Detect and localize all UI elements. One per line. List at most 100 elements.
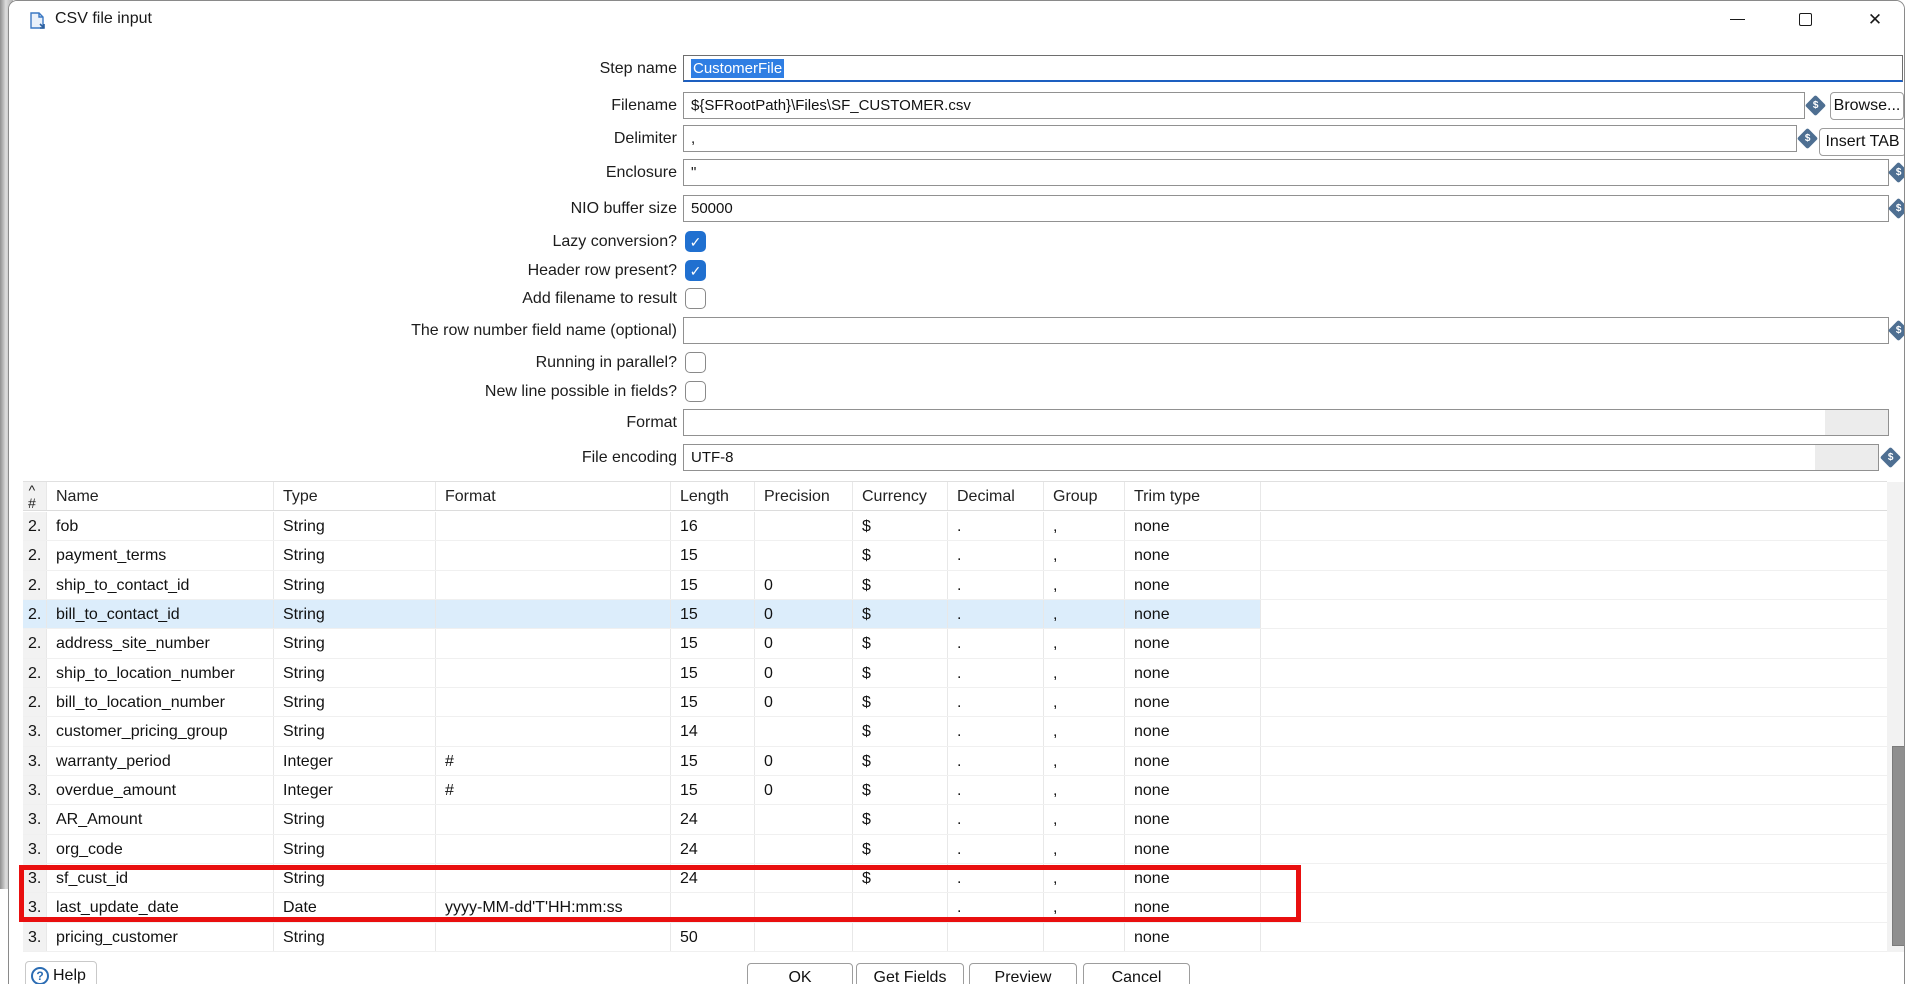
table-cell[interactable]: ship_to_contact_id (47, 571, 274, 599)
table-cell[interactable]: none (1125, 512, 1261, 540)
table-cell[interactable]: , (1044, 747, 1125, 775)
table-cell[interactable]: , (1044, 688, 1125, 716)
table-cell[interactable]: $ (853, 659, 948, 687)
variable-icon[interactable]: $ (1888, 162, 1905, 183)
row-number-input[interactable] (683, 317, 1889, 344)
get-fields-button[interactable]: Get Fields (856, 963, 964, 984)
table-cell[interactable]: address_site_number (47, 629, 274, 657)
table-cell[interactable] (436, 923, 671, 951)
table-cell[interactable] (436, 717, 671, 745)
table-cell[interactable]: none (1125, 600, 1261, 628)
table-cell[interactable]: 24 (671, 835, 755, 863)
table-cell[interactable] (948, 923, 1044, 951)
variable-icon[interactable]: $ (1888, 320, 1905, 341)
table-cell[interactable]: , (1044, 659, 1125, 687)
table-cell[interactable]: none (1125, 835, 1261, 863)
header-row-checkbox[interactable]: ✓ (685, 260, 706, 281)
table-cell[interactable]: String (274, 805, 436, 833)
table-row[interactable]: 2.bill_to_location_numberString150$.,non… (23, 688, 1887, 717)
table-cell[interactable]: $ (853, 688, 948, 716)
table-cell[interactable]: String (274, 600, 436, 628)
table-cell[interactable]: org_code (47, 835, 274, 863)
table-cell[interactable]: . (948, 512, 1044, 540)
minimize-button[interactable] (1714, 1, 1760, 37)
table-cell[interactable]: $ (853, 541, 948, 569)
table-cell[interactable]: AR_Amount (47, 805, 274, 833)
table-cell[interactable] (755, 835, 853, 863)
table-row[interactable]: 3.overdue_amountInteger#150$.,none (23, 776, 1887, 805)
column-header-currency[interactable]: Currency (853, 482, 948, 510)
table-cell[interactable]: 16 (671, 512, 755, 540)
table-cell[interactable]: 0 (755, 571, 853, 599)
cancel-button[interactable]: Cancel (1083, 963, 1190, 984)
table-cell[interactable]: none (1125, 805, 1261, 833)
column-header-name[interactable]: Name (47, 482, 274, 510)
table-cell[interactable]: . (948, 747, 1044, 775)
table-cell[interactable]: $ (853, 717, 948, 745)
table-cell[interactable]: . (948, 659, 1044, 687)
table-cell[interactable]: , (1044, 600, 1125, 628)
table-cell[interactable] (755, 923, 853, 951)
close-button[interactable]: ✕ (1852, 1, 1898, 37)
title-bar[interactable]: CSV file input ✕ (9, 1, 1904, 41)
table-cell[interactable]: none (1125, 776, 1261, 804)
table-cell[interactable]: 15 (671, 776, 755, 804)
table-cell[interactable]: String (274, 717, 436, 745)
table-cell[interactable]: 0 (755, 629, 853, 657)
column-header-group[interactable]: Group (1044, 482, 1125, 510)
table-cell[interactable] (436, 571, 671, 599)
table-row[interactable]: 3.warranty_periodInteger#150$.,none (23, 747, 1887, 776)
maximize-button[interactable] (1782, 1, 1828, 37)
table-cell[interactable] (436, 688, 671, 716)
table-row[interactable]: 2.bill_to_contact_idString150$.,none (23, 600, 1887, 629)
table-cell[interactable]: 15 (671, 747, 755, 775)
table-cell[interactable]: 3. (23, 805, 47, 833)
variable-icon[interactable]: $ (1880, 447, 1901, 468)
table-cell[interactable] (436, 629, 671, 657)
table-cell[interactable]: 0 (755, 688, 853, 716)
table-cell[interactable]: 2. (23, 629, 47, 657)
table-cell[interactable]: String (274, 629, 436, 657)
table-row[interactable]: 2.payment_termsString15$.,none (23, 541, 1887, 570)
table-cell[interactable]: $ (853, 805, 948, 833)
help-button[interactable]: ? Help (25, 961, 97, 984)
table-cell[interactable]: $ (853, 600, 948, 628)
table-row[interactable]: 3.customer_pricing_groupString14$.,none (23, 717, 1887, 746)
lazy-conversion-checkbox[interactable]: ✓ (685, 231, 706, 252)
table-cell[interactable]: , (1044, 717, 1125, 745)
table-row[interactable]: 2.ship_to_location_numberString150$.,non… (23, 659, 1887, 688)
table-cell[interactable] (755, 541, 853, 569)
variable-icon[interactable]: $ (1888, 198, 1905, 219)
table-cell[interactable] (853, 923, 948, 951)
table-cell[interactable]: $ (853, 835, 948, 863)
column-header-decimal[interactable]: Decimal (948, 482, 1044, 510)
table-cell[interactable]: 3. (23, 923, 47, 951)
table-cell[interactable]: none (1125, 629, 1261, 657)
table-cell[interactable]: 0 (755, 659, 853, 687)
scrollbar-thumb[interactable] (1892, 746, 1905, 946)
filename-input[interactable]: ${SFRootPath}\Files\SF_CUSTOMER.csv (683, 92, 1805, 119)
table-cell[interactable]: String (274, 541, 436, 569)
table-cell[interactable]: ship_to_location_number (47, 659, 274, 687)
table-cell[interactable]: 2. (23, 688, 47, 716)
table-cell[interactable]: 2. (23, 600, 47, 628)
table-cell[interactable] (436, 659, 671, 687)
table-cell[interactable] (755, 512, 853, 540)
dropdown-button[interactable] (1815, 445, 1878, 470)
table-cell[interactable]: String (274, 923, 436, 951)
table-row[interactable]: 2.fobString16$.,none (23, 512, 1887, 541)
table-cell[interactable] (436, 541, 671, 569)
delimiter-input[interactable]: , (683, 125, 1797, 152)
column-header-length[interactable]: Length (671, 482, 755, 510)
table-cell[interactable] (436, 835, 671, 863)
table-cell[interactable]: , (1044, 776, 1125, 804)
table-cell[interactable]: none (1125, 747, 1261, 775)
table-cell[interactable]: fob (47, 512, 274, 540)
table-cell[interactable]: 15 (671, 541, 755, 569)
table-cell[interactable]: . (948, 571, 1044, 599)
table-cell[interactable]: # (436, 776, 671, 804)
table-cell[interactable]: 3. (23, 717, 47, 745)
table-cell[interactable]: none (1125, 659, 1261, 687)
variable-icon[interactable]: $ (1797, 128, 1818, 149)
table-cell[interactable]: $ (853, 512, 948, 540)
